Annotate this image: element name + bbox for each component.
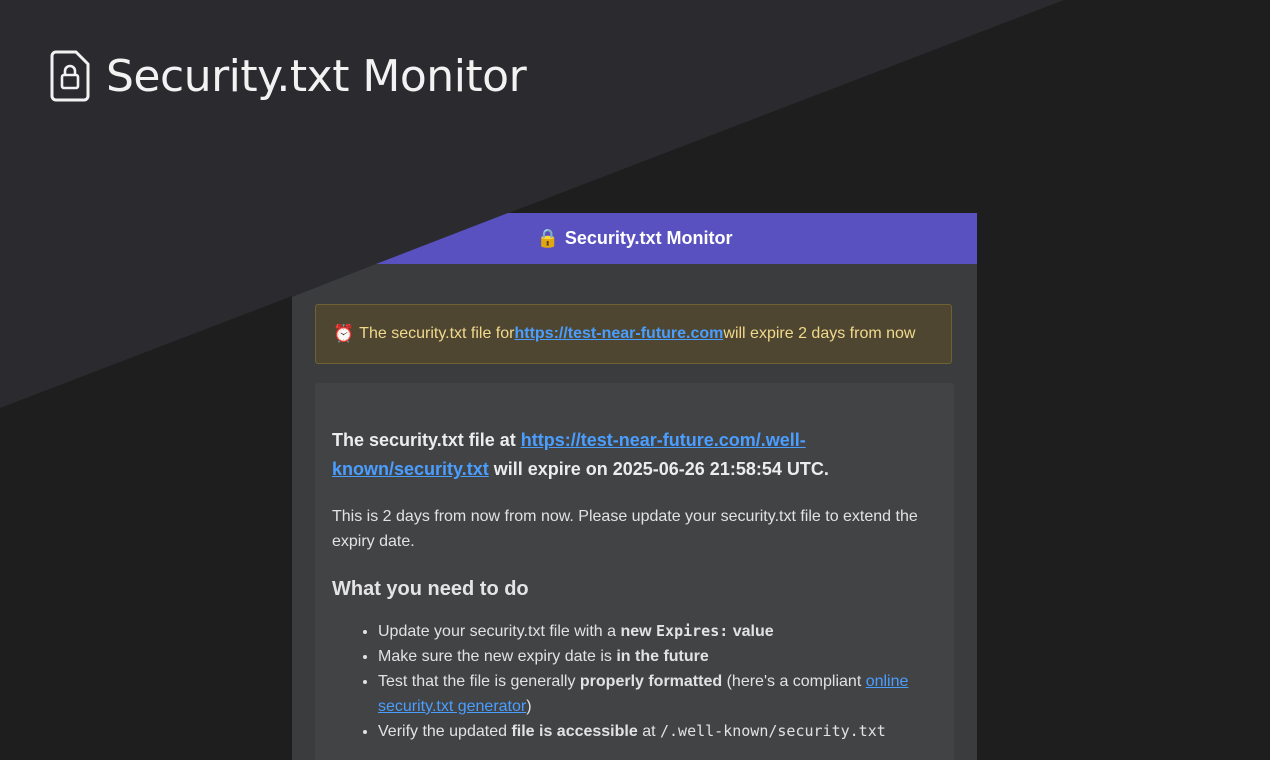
lead-suffix: will expire on 2025-06-26 21:58:54 UTC. <box>488 459 829 479</box>
email-body: The security.txt file at https://test-ne… <box>315 383 954 760</box>
alert-suffix: will expire 2 days from now <box>723 325 916 342</box>
alert-prefix: The security.txt file for <box>359 325 515 342</box>
file-lock-icon <box>50 50 90 102</box>
brand-header: Security.txt Monitor <box>50 50 527 102</box>
lead-prefix: The security.txt file at <box>332 430 521 450</box>
list-item: Verify the updated file is accessible at… <box>378 719 937 744</box>
todo-list: Update your security.txt file with a new… <box>332 619 937 744</box>
brand-title: Security.txt Monitor <box>106 50 527 102</box>
section-title: What you need to do <box>332 578 529 600</box>
expiry-alert: ⏰ The security.txt file for https://test… <box>315 304 952 364</box>
lock-icon: 🔒 <box>536 228 559 248</box>
list-item: Test that the file is generally properly… <box>378 669 937 719</box>
email-header-title: Security.txt Monitor <box>564 228 733 248</box>
list-item: Make sure the new expiry date is in the … <box>378 644 937 669</box>
email-preview: 🔒 Security.txt Monitor ⏰ The security.tx… <box>292 213 977 760</box>
expiry-paragraph: This is 2 days from now from now. Please… <box>332 508 918 550</box>
expiry-statement: The security.txt file at https://test-ne… <box>332 426 937 484</box>
list-item: Update your security.txt file with a new… <box>378 619 937 644</box>
alarm-clock-icon: ⏰ <box>333 324 355 343</box>
alert-domain-link[interactable]: https://test-near-future.com <box>514 325 723 343</box>
email-header: 🔒 Security.txt Monitor <box>292 213 977 264</box>
